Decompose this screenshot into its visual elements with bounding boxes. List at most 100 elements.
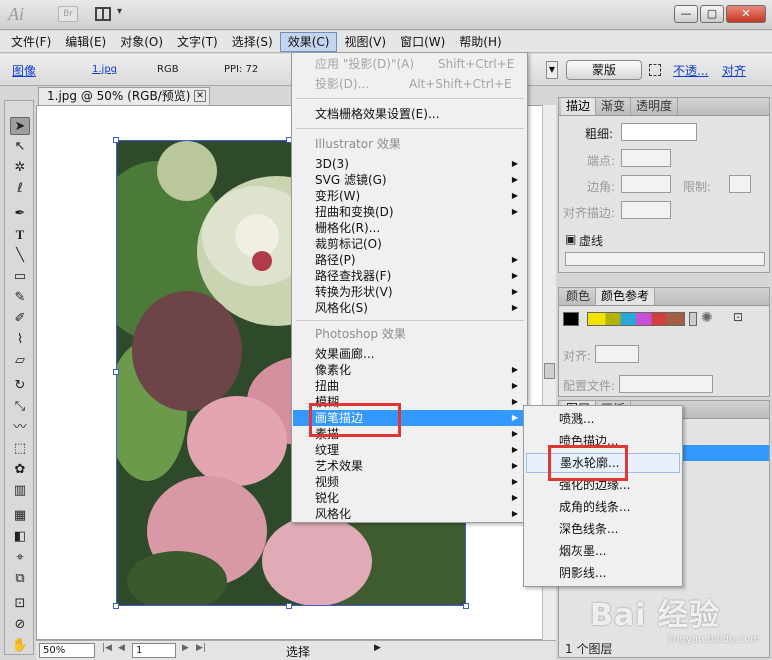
lasso-icon[interactable]: ℓ	[10, 180, 30, 198]
menu-item-blur[interactable]: 模糊 ▶	[293, 394, 526, 410]
first-page-icon[interactable]: |◀	[102, 643, 112, 653]
menu-item-brush-strokes[interactable]: 画笔描边 ▶	[293, 410, 526, 426]
menu-item-rasterize[interactable]: 栅格化(R)...	[293, 220, 526, 236]
save-swatches-icon[interactable]: ⊡	[733, 310, 743, 324]
last-page-icon[interactable]: ▶|	[196, 643, 206, 653]
color-wheel-icon[interactable]: ✺	[701, 310, 713, 326]
chevron-down-icon[interactable]: ▾	[117, 6, 122, 17]
menu-view[interactable]: 视图(V)	[337, 32, 393, 52]
submenu-item-accented-edges[interactable]: 强化的边缘...	[526, 475, 680, 495]
menu-item-effect-gallery[interactable]: 效果画廊...	[293, 346, 526, 362]
menu-select[interactable]: 选择(S)	[225, 32, 280, 52]
dashed-checkbox[interactable]: ▣	[565, 232, 576, 246]
gradient-tool-icon[interactable]: ◧	[10, 528, 30, 546]
align-stroke-buttons[interactable]	[621, 201, 671, 219]
zoom-level-select[interactable]: 50%	[39, 643, 95, 658]
page-number-input[interactable]: 1	[132, 643, 176, 658]
opacity-link[interactable]: 不透...	[673, 62, 708, 79]
hand-tool-icon[interactable]: ✋	[10, 637, 30, 655]
rotate-tool-icon[interactable]: ↻	[10, 377, 30, 395]
warp-tool-icon[interactable]: 〰	[10, 419, 30, 437]
menu-item-sharpen[interactable]: 锐化 ▶	[293, 490, 526, 506]
selection-handle[interactable]	[286, 603, 292, 609]
tab-transparency[interactable]: 透明度	[631, 98, 679, 115]
selection-tool-icon[interactable]: ➤	[10, 117, 30, 135]
layer-row-selected[interactable]	[683, 445, 769, 461]
stroke-weight-input[interactable]	[621, 123, 697, 141]
menu-object[interactable]: 对象(O)	[113, 32, 170, 52]
pen-tool-icon[interactable]: ✒	[10, 205, 30, 223]
scale-tool-icon[interactable]: ⤡	[10, 398, 30, 416]
scroll-thumb[interactable]	[544, 363, 555, 379]
menu-item-stylize-ai[interactable]: 风格化(S) ▶	[293, 300, 526, 316]
align-buttons[interactable]	[595, 345, 639, 363]
harmony-dropdown[interactable]	[689, 312, 697, 326]
menu-item-3d[interactable]: 3D(3) ▶	[293, 156, 526, 172]
symbol-sprayer-icon[interactable]: ✿	[10, 461, 30, 479]
image-link[interactable]: 图像	[12, 62, 36, 79]
menu-item-distort[interactable]: 扭曲 ▶	[293, 378, 526, 394]
magic-wand-icon[interactable]: ✲	[10, 159, 30, 177]
current-tool-status[interactable]: 选择	[286, 643, 310, 660]
mask-button[interactable]: 蒙版	[566, 60, 642, 80]
submenu-item-sumi-e[interactable]: 烟灰墨...	[526, 541, 680, 561]
menu-item-pixelate[interactable]: 像素化 ▶	[293, 362, 526, 378]
embed-dropdown[interactable]: ▼	[546, 61, 558, 79]
rectangle-tool-icon[interactable]: ▭	[10, 268, 30, 286]
arrange-documents-icon[interactable]	[95, 7, 111, 21]
menu-item-stylize-ps[interactable]: 风格化 ▶	[293, 506, 526, 522]
prev-page-icon[interactable]: ◀	[118, 643, 125, 653]
free-transform-icon[interactable]: ⬚	[10, 440, 30, 458]
blend-tool-icon[interactable]: ⧉	[10, 570, 30, 588]
mesh-tool-icon[interactable]: ▦	[10, 507, 30, 525]
submenu-item-ink-outlines[interactable]: 墨水轮廓...	[526, 453, 680, 473]
align-link[interactable]: 对齐	[722, 62, 746, 79]
selection-handle[interactable]	[113, 137, 119, 143]
selection-handle[interactable]	[113, 369, 119, 375]
corner-buttons[interactable]	[621, 175, 671, 193]
column-graph-icon[interactable]: ▥	[10, 482, 30, 500]
menu-item-sketch[interactable]: 素描 ▶	[293, 426, 526, 442]
menu-item-artistic[interactable]: 艺术效果 ▶	[293, 458, 526, 474]
menu-item-crop-marks[interactable]: 裁剪标记(O)	[293, 236, 526, 252]
maximize-button[interactable]: ▢	[700, 5, 724, 23]
submenu-item-crosshatch[interactable]: 阴影线...	[526, 563, 680, 583]
document-tab[interactable]: 1.jpg @ 50% (RGB/预览) ✕	[38, 87, 210, 105]
submenu-item-angled-strokes[interactable]: 成角的线条...	[526, 497, 680, 517]
selection-handle[interactable]	[113, 603, 119, 609]
eyedropper-icon[interactable]: ⌖	[10, 549, 30, 567]
cap-buttons[interactable]	[621, 149, 671, 167]
menu-type[interactable]: 文字(T)	[170, 32, 225, 52]
line-tool-icon[interactable]: ╲	[10, 247, 30, 265]
tab-gradient[interactable]: 渐变	[596, 98, 632, 115]
status-menu-icon[interactable]: ▶	[374, 643, 381, 653]
type-tool-icon[interactable]: T	[10, 226, 30, 244]
pencil-icon[interactable]: ✐	[10, 310, 30, 328]
profile-dropdown[interactable]	[619, 375, 713, 393]
menu-window[interactable]: 窗口(W)	[393, 32, 452, 52]
menu-item-pathfinder[interactable]: 路径查找器(F) ▶	[293, 268, 526, 284]
slice-tool-icon[interactable]: ⊘	[10, 616, 30, 634]
tab-color-guide[interactable]: 颜色参考	[596, 288, 656, 305]
menu-effect[interactable]: 效果(C)	[279, 31, 338, 52]
file-name-link[interactable]: 1.jpg	[92, 64, 117, 75]
menu-item-path[interactable]: 路径(P) ▶	[293, 252, 526, 268]
dash-gap-inputs[interactable]	[565, 252, 765, 266]
limit-input[interactable]	[729, 175, 751, 193]
artboard-tool-icon[interactable]: ⊡	[10, 595, 30, 613]
harmony-swatches[interactable]	[587, 312, 685, 326]
blob-brush-icon[interactable]: ⌇	[10, 331, 30, 349]
base-color-swatch[interactable]	[563, 312, 579, 326]
close-button[interactable]: ✕	[726, 5, 766, 23]
paintbrush-icon[interactable]: ✎	[10, 289, 30, 307]
submenu-item-dark-strokes[interactable]: 深色线条...	[526, 519, 680, 539]
menu-file[interactable]: 文件(F)	[4, 32, 58, 52]
submenu-item-sprayed-strokes[interactable]: 喷色描边...	[526, 431, 680, 451]
menu-item-convert-to-shape[interactable]: 转换为形状(V) ▶	[293, 284, 526, 300]
close-tab-icon[interactable]: ✕	[194, 90, 206, 102]
menu-item-distort-transform[interactable]: 扭曲和变换(D) ▶	[293, 204, 526, 220]
menu-item-warp[interactable]: 变形(W) ▶	[293, 188, 526, 204]
menu-raster-settings[interactable]: 文档栅格效果设置(E)...	[293, 106, 526, 122]
minimize-button[interactable]: —	[674, 5, 698, 23]
tab-stroke[interactable]: 描边	[561, 98, 597, 115]
